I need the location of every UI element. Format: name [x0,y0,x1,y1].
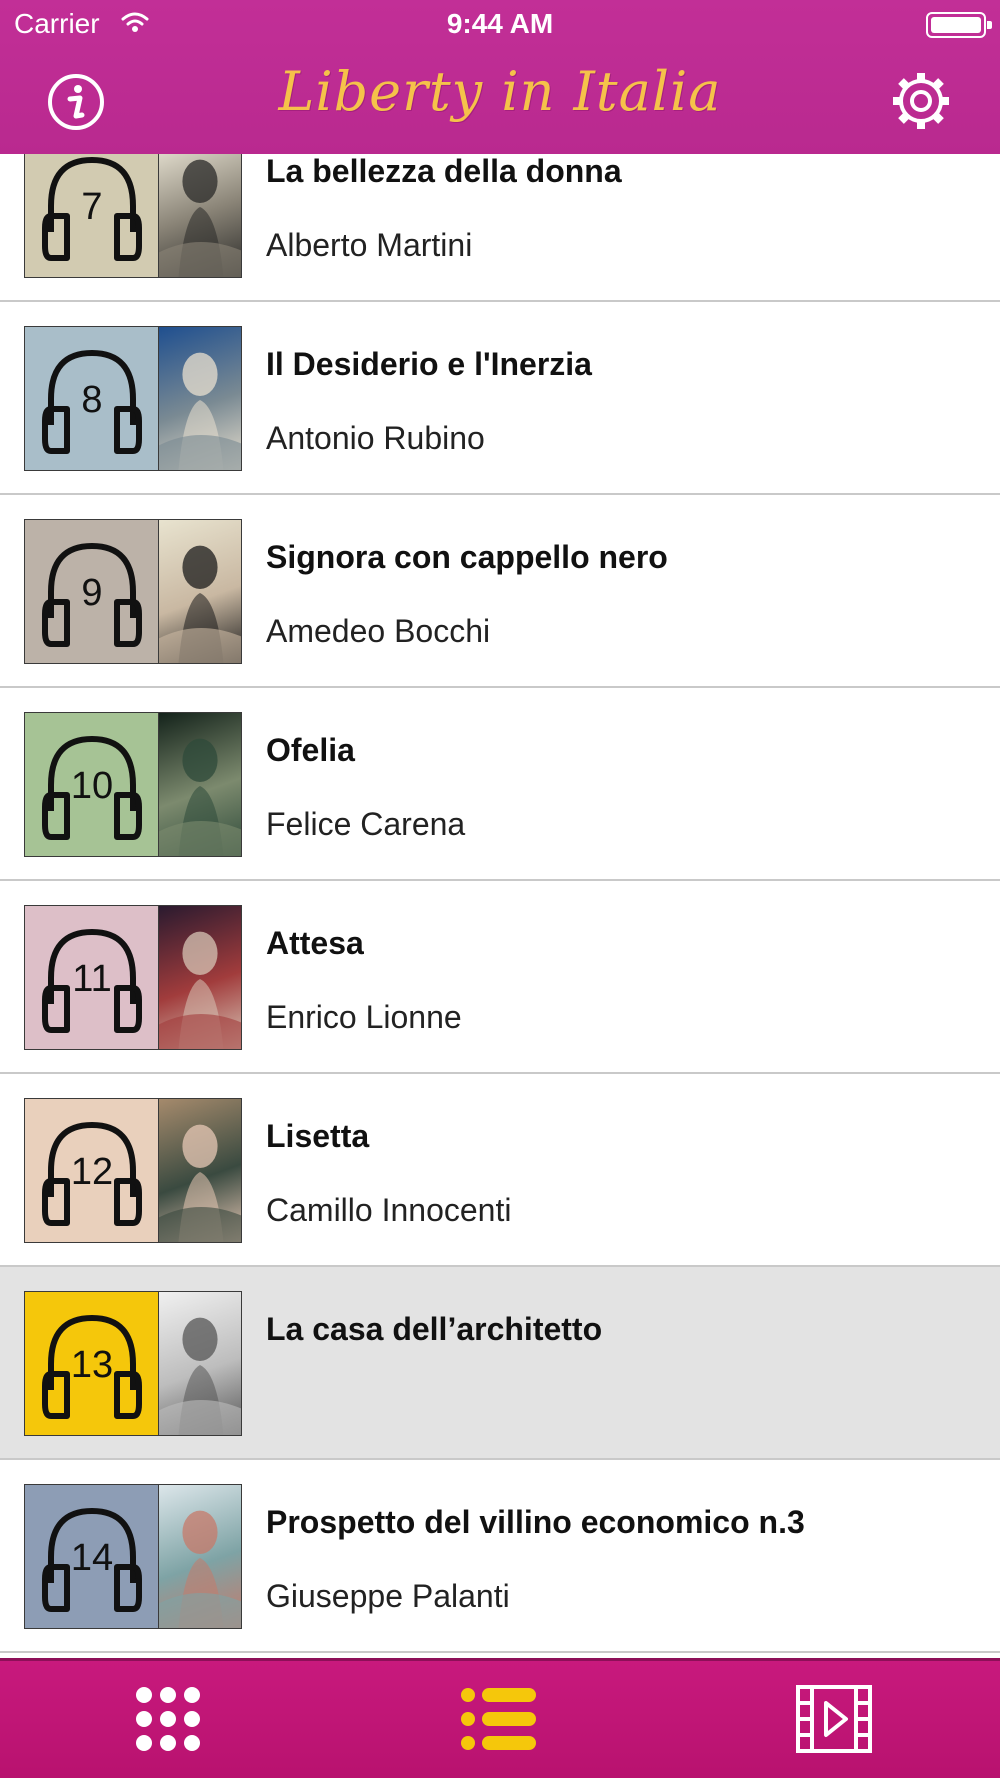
artwork-image [159,1485,241,1628]
track-artist: Antonio Rubino [266,420,485,456]
audio-tile: 13 [25,1292,159,1435]
artwork-image [159,327,241,470]
track-thumbnail: 9 [24,519,242,664]
artwork-image [159,713,241,856]
audio-tile: 9 [25,520,159,663]
list-item[interactable]: 10 Ofelia Felice Carena [0,688,1000,881]
track-number: 13 [70,1344,114,1386]
track-artist: Camillo Innocenti [266,1192,512,1228]
track-thumbnail: 13 [24,1291,242,1436]
tab-bar [0,1658,1000,1778]
track-thumbnail: 8 [24,326,242,471]
list-item[interactable]: 14 Prospetto del villino economico n.3 Giu… [0,1460,1000,1653]
track-artist: Giuseppe Palanti [266,1578,510,1614]
artwork-image [159,1292,241,1435]
track-title: Signora con cappello nero [266,539,668,575]
list-item[interactable]: 12 Lisetta Camillo Innocenti [0,1074,1000,1267]
track-thumbnail: 10 [24,712,242,857]
track-title: Attesa [266,925,364,961]
track-title: Il Desiderio e l'Inerzia [266,346,592,382]
track-artist: Enrico Lionne [266,999,462,1035]
battery-icon [926,12,992,38]
artwork-image [159,906,241,1049]
track-thumbnail: 14 [24,1484,242,1629]
track-title: Ofelia [266,732,355,768]
list-item[interactable]: 11 Attesa Enrico Lionne [0,881,1000,1074]
track-thumbnail: 7 [24,154,242,278]
track-thumbnail: 11 [24,905,242,1050]
track-number: 9 [81,572,103,614]
navigation-bar: Carrier 9:44 AM Liberty in Italia [0,0,1000,154]
audio-tile: 14 [25,1485,159,1628]
track-number: 7 [81,186,103,228]
status-time: 9:44 AM [446,8,554,39]
track-title: La casa dell’architetto [266,1311,603,1347]
list-item[interactable]: 8 Il Desiderio e l'Inerzia Antonio Rubino [0,302,1000,495]
artwork-image [159,520,241,663]
track-artist: Alberto Martini [266,227,473,263]
track-thumbnail: 12 [24,1098,242,1243]
track-artist: Amedeo Bocchi [266,613,491,649]
track-artist: Felice Carena [266,806,466,842]
status-bar: Carrier 9:44 AM [0,0,1000,50]
list-item[interactable]: 7 La bellezza della donna Alberto Martini [0,154,1000,302]
app-title: Liberty in Italia [278,60,722,123]
track-list: 7 La bellezza della donna Alberto Martini 8… [0,154,1000,1658]
list-icon[interactable] [458,1683,538,1755]
track-number: 11 [72,958,112,1000]
list-item[interactable]: 9 Signora con cappello nero Amedeo Bocchi [0,495,1000,688]
track-title: Prospetto del villino economico n.3 [266,1504,805,1540]
track-number: 8 [81,379,103,421]
track-number: 10 [70,765,114,807]
track-number: 14 [70,1537,114,1579]
track-title: La bellezza della donna [266,154,622,189]
track-number: 12 [70,1151,114,1193]
audio-tile: 7 [25,154,159,277]
video-icon[interactable] [794,1683,874,1755]
artwork-image [159,1099,241,1242]
grid-icon[interactable] [128,1683,208,1755]
list-item[interactable]: 13 La casa dell’architetto [0,1267,1000,1460]
track-title: Lisetta [266,1118,370,1154]
audio-tile: 12 [25,1099,159,1242]
audio-tile: 11 [25,906,159,1049]
artwork-image [159,154,241,277]
gear-icon[interactable] [890,70,952,132]
audio-tile: 10 [25,713,159,856]
audio-tile: 8 [25,327,159,470]
